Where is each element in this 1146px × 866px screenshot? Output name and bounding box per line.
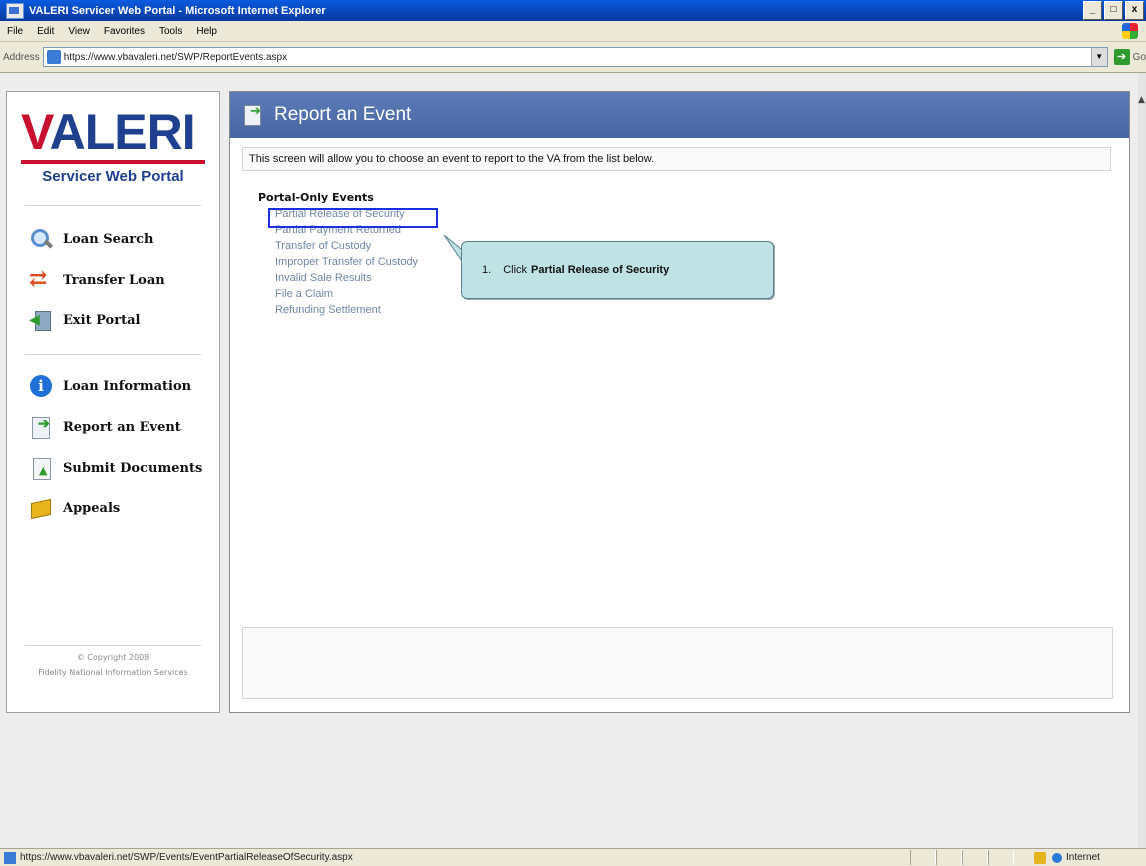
- window-title: VALERI Servicer Web Portal - Microsoft I…: [29, 4, 326, 17]
- section-title: Portal-Only Events: [258, 191, 374, 204]
- sidebar-divider: [25, 354, 201, 355]
- windows-flag-icon: [1122, 23, 1138, 39]
- lock-icon: [1034, 851, 1046, 864]
- menu-bar: File Edit View Favorites Tools Help: [0, 21, 1146, 42]
- sidebar-divider: [25, 205, 201, 206]
- status-bar: https://www.vbavaleri.net/SWP/Events/Eve…: [0, 848, 1146, 866]
- instruction-callout: 1. Click Partial Release of Security: [461, 241, 774, 299]
- portal-subtitle: Servicer Web Portal: [42, 168, 184, 185]
- maximize-button[interactable]: □: [1104, 1, 1123, 20]
- nav-submit-documents-label: Submit Documents: [63, 460, 203, 476]
- highlight-box: [268, 208, 438, 228]
- page-icon: [4, 851, 16, 864]
- event-link-improper-transfer[interactable]: Improper Transfer of Custody: [275, 254, 418, 270]
- nav-report-event[interactable]: Report an Event: [29, 415, 181, 439]
- callout-target: Partial Release of Security: [531, 264, 670, 276]
- callout-prefix: Click: [503, 264, 528, 276]
- nav-loan-search[interactable]: Loan Search: [29, 227, 154, 251]
- logo-wordmark: VALERI: [21, 104, 196, 160]
- nav-transfer-loan[interactable]: Transfer Loan: [29, 266, 165, 292]
- nav-exit-portal-label: Exit Portal: [63, 312, 141, 328]
- nav-appeals[interactable]: Appeals: [29, 496, 120, 520]
- window-controls: _ □ x: [1083, 1, 1144, 20]
- status-url: https://www.vbavaleri.net/SWP/Events/Eve…: [20, 852, 353, 863]
- go-label: Go: [1132, 51, 1146, 63]
- report-icon: [242, 104, 264, 126]
- nav-submit-documents[interactable]: Submit Documents: [29, 456, 202, 480]
- page-title: Report an Event: [274, 104, 412, 125]
- window-title-bar: VALERI Servicer Web Portal - Microsoft I…: [0, 0, 1146, 21]
- event-link-invalid-sale[interactable]: Invalid Sale Results: [275, 270, 418, 286]
- page-icon: [46, 50, 61, 64]
- address-label: Address: [3, 51, 40, 63]
- valeri-logo: VALERI: [21, 106, 205, 164]
- search-icon: [29, 227, 53, 251]
- appeals-icon: [29, 496, 53, 520]
- logo-red-stripe: [21, 160, 205, 164]
- address-dropdown-icon[interactable]: ▼: [1090, 48, 1107, 66]
- nav-transfer-loan-label: Transfer Loan: [63, 272, 165, 288]
- status-cells: [910, 850, 1014, 865]
- info-icon: [29, 374, 53, 398]
- transfer-icon: [29, 266, 53, 292]
- sidebar: VALERI Servicer Web Portal Loan Search T…: [6, 91, 220, 713]
- status-cell: [962, 850, 988, 865]
- nav-exit-portal[interactable]: Exit Portal: [29, 308, 140, 332]
- copyright-company: Fidelity National Information Services: [38, 668, 188, 677]
- scroll-up-icon[interactable]: ▲: [1138, 95, 1146, 113]
- instruction-text: This screen will allow you to choose an …: [242, 147, 1111, 171]
- callout-step-number: 1.: [482, 264, 492, 276]
- menu-edit[interactable]: Edit: [30, 26, 61, 37]
- status-cell: [988, 850, 1014, 865]
- vertical-scrollbar[interactable]: ▲: [1138, 73, 1146, 848]
- go-button[interactable]: ➔ Go: [1113, 49, 1146, 65]
- event-link-file-claim[interactable]: File a Claim: [275, 286, 418, 302]
- menu-favorites[interactable]: Favorites: [97, 26, 152, 37]
- nav-loan-search-label: Loan Search: [63, 231, 154, 247]
- address-url[interactable]: https://www.vbavaleri.net/SWP/ReportEven…: [64, 52, 287, 63]
- page-header: Report an Event: [230, 92, 1129, 138]
- exit-icon: [29, 308, 53, 332]
- nav-report-event-label: Report an Event: [63, 419, 181, 435]
- nav-appeals-label: Appeals: [63, 500, 121, 516]
- menu-view[interactable]: View: [61, 26, 97, 37]
- main-panel: Report an Event This screen will allow y…: [229, 91, 1130, 713]
- close-button[interactable]: x: [1125, 1, 1144, 20]
- minimize-button[interactable]: _: [1083, 1, 1102, 20]
- footer-panel: [242, 627, 1113, 699]
- event-link-transfer-custody[interactable]: Transfer of Custody: [275, 238, 418, 254]
- report-icon: [29, 415, 53, 439]
- copyright: © Copyright 2008 Fidelity National Infor…: [7, 650, 219, 680]
- globe-icon: [1052, 852, 1062, 863]
- status-cell: [936, 850, 962, 865]
- ie-app-icon: [6, 2, 24, 19]
- status-cell: [910, 850, 936, 865]
- nav-loan-information[interactable]: Loan Information: [29, 374, 191, 398]
- sidebar-divider: [25, 645, 201, 646]
- menu-file[interactable]: File: [0, 26, 30, 37]
- menu-tools[interactable]: Tools: [152, 26, 189, 37]
- nav-loan-information-label: Loan Information: [63, 378, 192, 394]
- event-link-refunding-settlement[interactable]: Refunding Settlement: [275, 302, 418, 318]
- go-arrow-icon: ➔: [1113, 49, 1130, 65]
- copyright-line: © Copyright 2008: [76, 653, 150, 662]
- documents-icon: [29, 456, 53, 480]
- security-zone: Internet: [1066, 852, 1100, 863]
- address-bar: Address https://www.vbavaleri.net/SWP/Re…: [0, 42, 1146, 73]
- address-input[interactable]: https://www.vbavaleri.net/SWP/ReportEven…: [42, 47, 1108, 67]
- menu-help[interactable]: Help: [189, 26, 224, 37]
